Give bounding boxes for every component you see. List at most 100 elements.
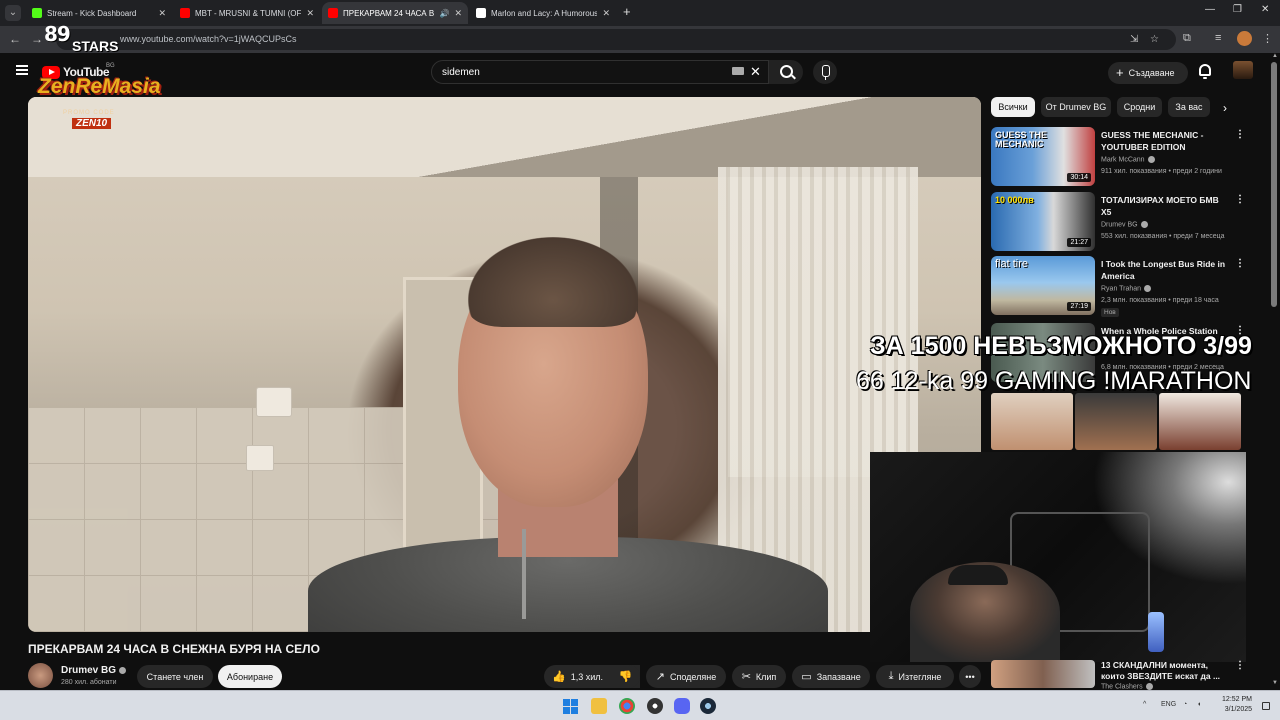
- share-button[interactable]: ↗ Споделяне: [646, 665, 726, 688]
- youtube-favicon-icon: [328, 8, 338, 18]
- tab-search-button[interactable]: ⌄: [5, 5, 21, 21]
- wifi-icon[interactable]: ◔: [1183, 701, 1187, 708]
- close-window-icon[interactable]: ✕: [1261, 4, 1269, 15]
- chrome-menu-icon[interactable]: ⋮: [1262, 32, 1273, 45]
- browser-tab-kick[interactable]: Stream - Kick Dashboard ✕: [26, 2, 172, 24]
- join-button[interactable]: Станете член: [137, 665, 213, 688]
- thumbs-up-icon: 👍: [552, 671, 566, 683]
- notifications-bell-icon[interactable]: [1199, 64, 1211, 79]
- windows-start-icon[interactable]: [563, 699, 578, 714]
- more-vertical-icon[interactable]: ⋮: [1235, 129, 1245, 140]
- steam-icon[interactable]: [700, 698, 716, 714]
- chip-related[interactable]: Сродни: [1117, 97, 1162, 117]
- scroll-up-arrow-icon[interactable]: ▲: [1272, 53, 1278, 59]
- browser-tab-mbt[interactable]: MBT - MRUSNI & TUMNI (OFFI ✕: [174, 2, 320, 24]
- recommendation-item[interactable]: GUESS THE MECHANIC 30:14 GUESS THE MECHA…: [991, 127, 1251, 187]
- language-indicator[interactable]: ENG: [1161, 701, 1176, 708]
- recommendation-item[interactable]: flat tire 27:19 I Took the Longest Bus R…: [991, 256, 1251, 317]
- close-tab-icon[interactable]: ✕: [306, 8, 314, 19]
- forward-icon[interactable]: →: [31, 32, 43, 46]
- recommendation-channel: Drumev BG: [1101, 221, 1148, 228]
- media-controls-icon[interactable]: ≡: [1215, 32, 1221, 44]
- verified-icon: [119, 666, 127, 674]
- omnibox[interactable]: www.youtube.com/watch?v=1jWAQCUPsCs ⇲ ☆: [56, 29, 1176, 50]
- promo-code: ZEN10: [72, 118, 112, 129]
- channel-avatar[interactable]: [28, 663, 53, 688]
- more-vertical-icon[interactable]: ⋮: [1235, 660, 1245, 671]
- webcam-water-bottle: [1148, 612, 1164, 652]
- recommendation-meta: 553 хил. показвания • преди 7 месеца: [1101, 233, 1225, 240]
- video-thumbnail[interactable]: GUESS THE MECHANIC 30:14: [991, 127, 1095, 186]
- browser-tab-marlon[interactable]: Marlon and Lacy: A Humorous ✕: [470, 2, 616, 24]
- install-app-icon[interactable]: ⇲: [1130, 34, 1138, 45]
- close-tab-icon[interactable]: ✕: [454, 8, 462, 19]
- video-player[interactable]: [28, 97, 981, 632]
- file-explorer-icon[interactable]: [591, 698, 607, 714]
- voice-search-icon[interactable]: [813, 60, 837, 84]
- chip-for-you[interactable]: За вас: [1168, 97, 1210, 117]
- chip-from-channel[interactable]: От Drumev BG: [1041, 97, 1111, 117]
- browser-tab-current[interactable]: ПРЕКАРВАМ 24 ЧАСА В СН 🔊 ✕: [322, 2, 468, 24]
- volume-icon[interactable]: ◖: [1197, 701, 1201, 708]
- video-thumbnail[interactable]: flat tire 27:19: [991, 256, 1095, 315]
- download-button[interactable]: ⤓ Изтегляне: [876, 665, 954, 688]
- profile-avatar[interactable]: [1237, 31, 1252, 46]
- short-thumbnail[interactable]: [1075, 393, 1157, 450]
- obs-icon[interactable]: [647, 698, 663, 714]
- scroll-down-arrow-icon[interactable]: ▼: [1272, 680, 1278, 686]
- clip-button[interactable]: ✂ Клип: [732, 665, 786, 688]
- search-input[interactable]: sidemen ✕: [431, 60, 769, 84]
- account-avatar[interactable]: [1233, 61, 1253, 79]
- dislike-button[interactable]: 👎: [611, 665, 640, 688]
- subscribe-button[interactable]: Абониране: [218, 665, 282, 688]
- new-tab-button[interactable]: +: [623, 5, 631, 19]
- page-scrollbar[interactable]: [1271, 62, 1277, 307]
- system-clock[interactable]: 12:52 PM 3/1/2025: [1216, 695, 1252, 715]
- channel-name[interactable]: Drumev BG: [61, 665, 127, 676]
- recommendation-title: 13 СКАНДАЛНИ момента, които ЗВЕЗДИТЕ иск…: [1101, 660, 1221, 681]
- chip-all[interactable]: Всички: [991, 97, 1035, 117]
- discord-icon[interactable]: [674, 698, 690, 714]
- shorts-thumbnail-strip[interactable]: [991, 393, 1241, 450]
- duration-badge: 30:14: [1067, 173, 1091, 182]
- recommendation-item[interactable]: 13 СКАНДАЛНИ момента, които ЗВЕЗДИТЕ иск…: [991, 660, 1251, 690]
- search-button[interactable]: [769, 60, 803, 84]
- more-vertical-icon[interactable]: ⋮: [1235, 194, 1245, 205]
- channel-text: Drumev BG: [1101, 221, 1138, 229]
- create-label: Създаване: [1128, 68, 1175, 78]
- video-title: ПРЕКАРВАМ 24 ЧАСА В СНЕЖНА БУРЯ НА СЕЛО: [28, 642, 320, 656]
- save-button[interactable]: ▭ Запазване: [792, 665, 870, 688]
- close-tab-icon[interactable]: ✕: [602, 8, 610, 19]
- minimize-icon[interactable]: —: [1205, 4, 1215, 15]
- chrome-icon[interactable]: [619, 698, 635, 714]
- chevron-right-icon[interactable]: ›: [1223, 101, 1227, 115]
- scissors-icon: ✂: [741, 671, 751, 683]
- keyboard-icon[interactable]: [732, 67, 744, 75]
- more-vertical-icon[interactable]: ⋮: [1235, 258, 1245, 269]
- short-thumbnail[interactable]: [991, 393, 1073, 450]
- speaker-icon[interactable]: 🔊: [439, 9, 449, 18]
- channel-text: Ryan Trahan: [1101, 285, 1142, 293]
- recommendation-title: GUESS THE MECHANIC - YOUTUBER EDITION: [1101, 130, 1204, 152]
- video-thumbnail[interactable]: [991, 660, 1095, 688]
- verified-icon: [1144, 285, 1152, 292]
- close-tab-icon[interactable]: ✕: [158, 8, 166, 19]
- create-button[interactable]: + Създаване: [1108, 62, 1188, 84]
- tray-chevron-icon[interactable]: ^: [1143, 701, 1146, 708]
- youtube-masthead: YouTube BG sidemen ✕ + Създаване: [0, 53, 1280, 93]
- url-text[interactable]: www.youtube.com/watch?v=1jWAQCUPsCs: [120, 34, 296, 44]
- more-actions-button[interactable]: •••: [959, 665, 981, 688]
- menu-icon[interactable]: [16, 65, 28, 75]
- video-thumbnail[interactable]: 10 000лв 21:27: [991, 192, 1095, 251]
- recommendation-item[interactable]: 10 000лв 21:27 ТОТАЛИЗИРАХ МОЕТО БМВ X5 …: [991, 192, 1251, 252]
- back-icon[interactable]: ←: [9, 32, 21, 46]
- extensions-icon[interactable]: ⧉: [1183, 32, 1191, 45]
- notifications-icon[interactable]: [1262, 702, 1270, 710]
- bookmark-star-icon[interactable]: ☆: [1150, 34, 1159, 45]
- maximize-icon[interactable]: ❐: [1233, 4, 1242, 15]
- clear-search-icon[interactable]: ✕: [750, 64, 761, 80]
- short-thumbnail[interactable]: [1159, 393, 1241, 450]
- join-label: Станете член: [146, 671, 204, 682]
- share-label: Споделяне: [669, 671, 717, 682]
- download-label: Изтегляне: [898, 671, 942, 682]
